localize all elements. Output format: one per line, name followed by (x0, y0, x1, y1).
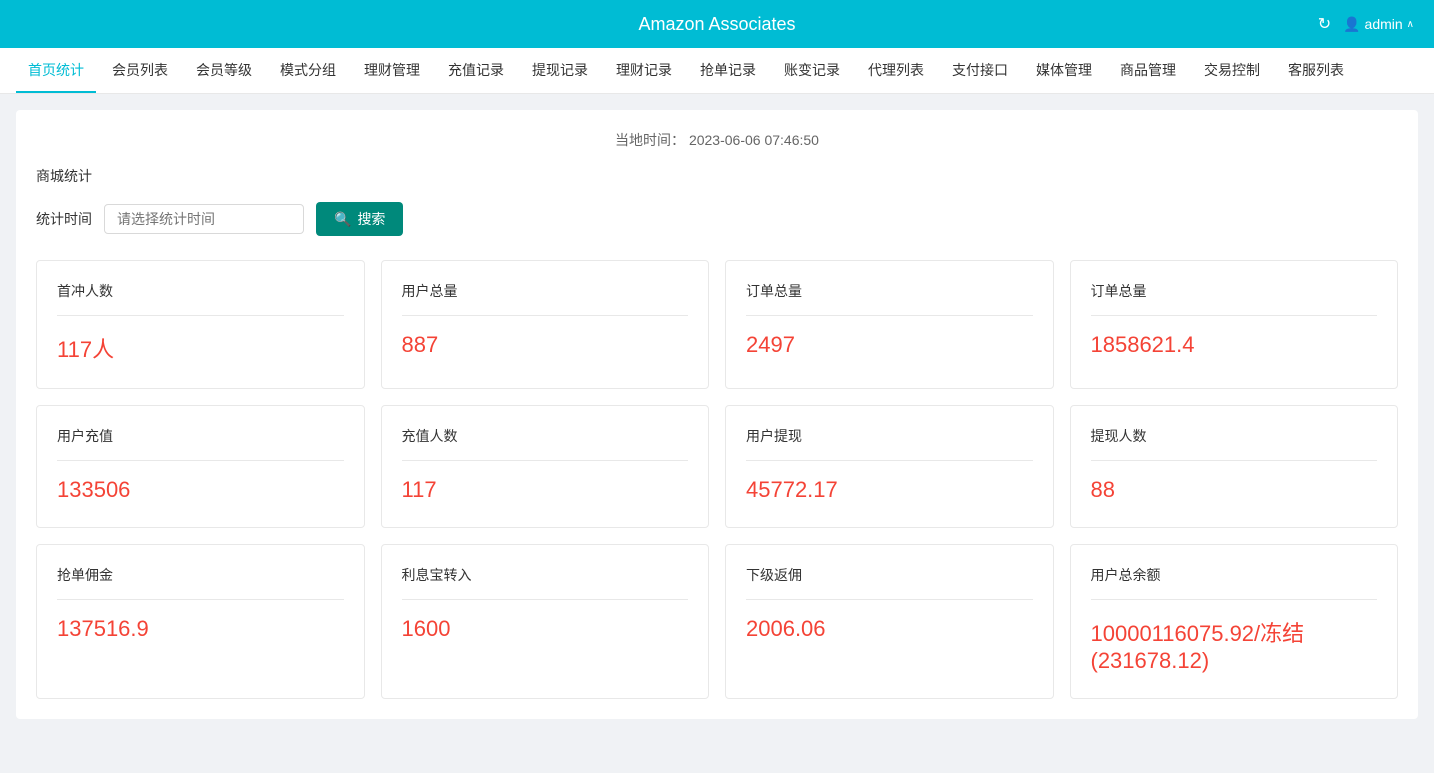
stat-card-title-3: 订单总量 (1091, 281, 1378, 316)
header: Amazon Associates ↻ 👤 admin ∧ (0, 0, 1434, 48)
nav-item-13[interactable]: 商品管理 (1108, 48, 1188, 93)
stat-card-title-8: 抢单佣金 (57, 565, 344, 600)
stat-card-title-4: 用户充值 (57, 426, 344, 461)
stat-card-value-5: 117 (402, 477, 689, 503)
nav-item-6[interactable]: 提现记录 (520, 48, 600, 93)
nav-item-10[interactable]: 代理列表 (856, 48, 936, 93)
stat-card-10: 下级返佣 2006.06 (725, 544, 1054, 699)
stat-card-title-6: 用户提现 (746, 426, 1033, 461)
stat-card-4: 用户充值 133506 (36, 405, 365, 528)
stat-card-9: 利息宝转入 1600 (381, 544, 710, 699)
stat-card-3: 订单总量 1858621.4 (1070, 260, 1399, 389)
main-content: 当地时间： 2023-06-06 07:46:50 商城统计 统计时间 🔍 搜索… (0, 94, 1434, 735)
search-label: 统计时间 (36, 209, 92, 229)
user-icon: 👤 (1343, 16, 1360, 33)
stat-card-title-5: 充值人数 (402, 426, 689, 461)
stat-card-5: 充值人数 117 (381, 405, 710, 528)
stat-card-value-9: 1600 (402, 616, 689, 642)
stat-card-title-2: 订单总量 (746, 281, 1033, 316)
stat-card-1: 用户总量 887 (381, 260, 710, 389)
time-value: 2023-06-06 07:46:50 (689, 132, 819, 148)
stat-card-8: 抢单佣金 137516.9 (36, 544, 365, 699)
nav-item-1[interactable]: 会员列表 (100, 48, 180, 93)
search-row: 统计时间 🔍 搜索 (36, 202, 1398, 236)
search-input[interactable] (104, 204, 304, 234)
search-icon: 🔍 (334, 211, 351, 228)
stat-card-value-6: 45772.17 (746, 477, 1033, 503)
nav-item-2[interactable]: 会员等级 (184, 48, 264, 93)
user-label: admin (1365, 16, 1403, 32)
header-right: ↻ 👤 admin ∧ (1318, 14, 1414, 34)
stat-card-title-7: 提现人数 (1091, 426, 1378, 461)
stat-card-value-1: 887 (402, 332, 689, 358)
content-card: 当地时间： 2023-06-06 07:46:50 商城统计 统计时间 🔍 搜索… (16, 110, 1418, 719)
nav-item-4[interactable]: 理财管理 (352, 48, 432, 93)
nav-item-0[interactable]: 首页统计 (16, 48, 96, 93)
stat-card-0: 首冲人数 117人 (36, 260, 365, 389)
main-nav: 首页统计会员列表会员等级模式分组理财管理充值记录提现记录理财记录抢单记录账变记录… (0, 48, 1434, 94)
user-menu[interactable]: 👤 admin ∧ (1343, 16, 1414, 33)
stat-card-title-9: 利息宝转入 (402, 565, 689, 600)
stat-card-value-8: 137516.9 (57, 616, 344, 642)
stat-card-value-2: 2497 (746, 332, 1033, 358)
stat-card-title-10: 下级返佣 (746, 565, 1033, 600)
nav-item-9[interactable]: 账变记录 (772, 48, 852, 93)
search-button-label: 搜索 (357, 209, 385, 229)
time-bar: 当地时间： 2023-06-06 07:46:50 (36, 130, 1398, 150)
stat-card-value-4: 133506 (57, 477, 344, 503)
stat-card-title-1: 用户总量 (402, 281, 689, 316)
nav-item-15[interactable]: 客服列表 (1276, 48, 1356, 93)
nav-item-3[interactable]: 模式分组 (268, 48, 348, 93)
search-button[interactable]: 🔍 搜索 (316, 202, 403, 236)
chevron-down-icon: ∧ (1407, 19, 1414, 30)
time-label: 当地时间： (615, 132, 685, 148)
nav-item-7[interactable]: 理财记录 (604, 48, 684, 93)
stat-card-title-0: 首冲人数 (57, 281, 344, 316)
stat-card-value-10: 2006.06 (746, 616, 1033, 642)
refresh-icon[interactable]: ↻ (1318, 14, 1331, 34)
stat-card-6: 用户提现 45772.17 (725, 405, 1054, 528)
stats-grid: 首冲人数 117人 用户总量 887 订单总量 2497 订单总量 1858621.4 用户充值… (36, 260, 1398, 699)
stat-card-title-11: 用户总余额 (1091, 565, 1378, 600)
nav-item-12[interactable]: 媒体管理 (1024, 48, 1104, 93)
stat-card-11: 用户总余额 10000116075.92/冻结(231678.12) (1070, 544, 1399, 699)
nav-item-14[interactable]: 交易控制 (1192, 48, 1272, 93)
stat-card-value-11: 10000116075.92/冻结(231678.12) (1091, 616, 1378, 674)
nav-item-5[interactable]: 充值记录 (436, 48, 516, 93)
stat-card-value-7: 88 (1091, 477, 1378, 503)
nav-item-8[interactable]: 抢单记录 (688, 48, 768, 93)
stat-card-value-0: 117人 (57, 332, 344, 364)
stat-card-value-3: 1858621.4 (1091, 332, 1378, 358)
section-title: 商城统计 (36, 166, 1398, 186)
stat-card-7: 提现人数 88 (1070, 405, 1399, 528)
header-title: Amazon Associates (638, 14, 795, 35)
nav-item-11[interactable]: 支付接口 (940, 48, 1020, 93)
stat-card-2: 订单总量 2497 (725, 260, 1054, 389)
